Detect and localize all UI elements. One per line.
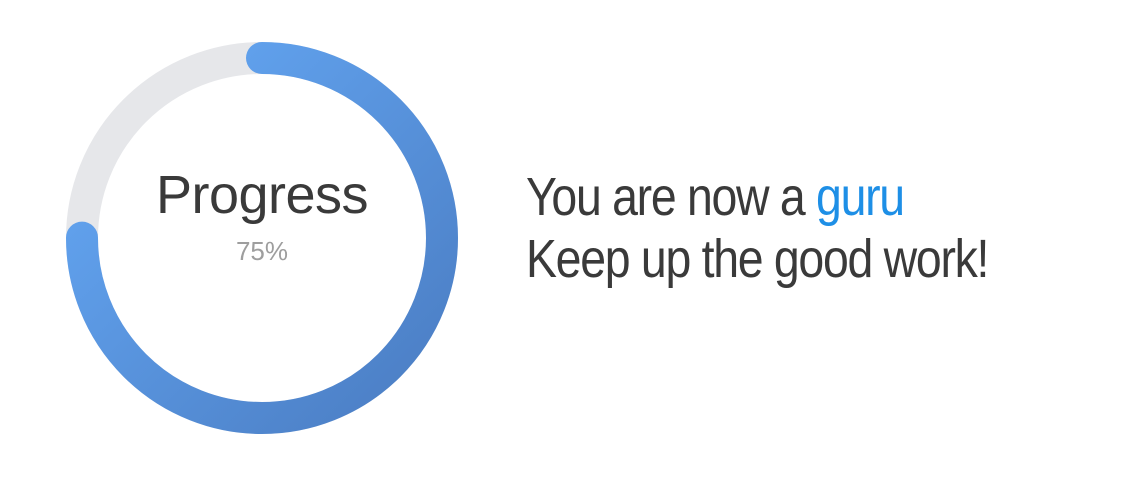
- progress-ring-graphic: [66, 42, 458, 434]
- message-line-1: You are now a guru: [526, 166, 988, 228]
- progress-ring: Progress 75%: [66, 42, 458, 434]
- message-line-2: Keep up the good work!: [526, 229, 989, 289]
- progress-card: Progress 75% You are now a guru Keep up …: [0, 0, 1124, 485]
- message-line-1-text: You are now a: [526, 167, 817, 227]
- congratulation-message: You are now a guru Keep up the good work…: [526, 166, 989, 290]
- rank-highlight: guru: [816, 167, 905, 227]
